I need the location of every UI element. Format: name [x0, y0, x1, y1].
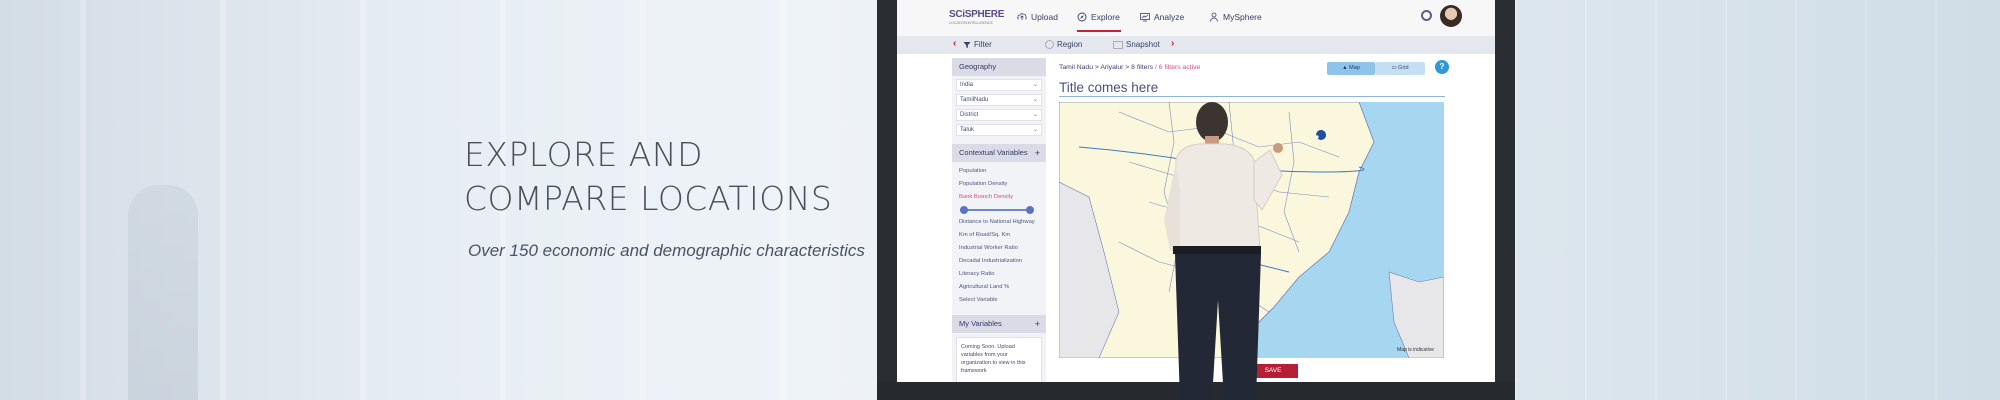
nav-active-indicator: [1077, 30, 1121, 32]
chart-icon: [1140, 13, 1150, 22]
camera-icon: [1113, 40, 1123, 49]
gear-icon[interactable]: [1421, 10, 1432, 21]
background-office-right: [1515, 0, 2000, 400]
nav-mysphere-label: MySphere: [1223, 12, 1262, 22]
grid-toggle-label: Grid: [1398, 65, 1409, 71]
island-land: [1388, 271, 1444, 358]
variable-item-selected[interactable]: Bank Branch Density: [952, 191, 1046, 204]
variable-item[interactable]: Population: [952, 165, 1046, 178]
help-button[interactable]: ?: [1435, 60, 1449, 74]
variable-item[interactable]: Select Variable: [952, 294, 1046, 307]
slider-track: [960, 209, 1030, 211]
nav-analyze[interactable]: Analyze: [1140, 12, 1184, 22]
title-underline: [1059, 96, 1445, 97]
hero-text: EXPLORE AND COMPARE LOCATIONS Over 150 e…: [464, 133, 865, 261]
snapshot-label: Snapshot: [1126, 40, 1160, 49]
sub-toolbar: ‹ Filter Region Snapshot ›: [897, 36, 1495, 54]
contextual-variables-heading: Contextual Variables +: [952, 144, 1046, 162]
chevron-down-icon: ⌄: [1032, 112, 1038, 118]
nav-explore-label: Explore: [1091, 12, 1120, 22]
avatar[interactable]: [1440, 5, 1462, 27]
chevron-down-icon: ⌄: [1032, 82, 1038, 88]
geography-heading-label: Geography: [959, 62, 997, 71]
my-variables-label: My Variables: [959, 319, 1002, 328]
snapshot-button[interactable]: Snapshot: [1113, 40, 1160, 49]
hero-title-line2: COMPARE LOCATIONS: [464, 179, 833, 218]
geography-select-district[interactable]: District ⌄: [956, 109, 1042, 121]
presenter-person: [1164, 102, 1283, 400]
logo-tagline: LOCATION INTELLIGENCE: [949, 20, 993, 25]
map-disclaimer: Map is indicative: [1397, 347, 1434, 353]
hero-subtitle: Over 150 economic and demographic charac…: [468, 241, 865, 260]
app-logo[interactable]: SCiSPHERE LOCATION INTELLIGENCE: [949, 9, 1004, 25]
map-toggle-label: Map: [1349, 65, 1360, 71]
nav-upload[interactable]: Upload: [1017, 12, 1058, 22]
slider-min-handle[interactable]: [960, 206, 968, 214]
logo-text: SCiSPHERE: [949, 9, 1005, 20]
geography-select-state[interactable]: TamilNadu ⌄: [956, 94, 1042, 106]
select-value: India: [960, 82, 974, 88]
select-value: District: [960, 112, 979, 118]
select-value: TamilNadu: [960, 97, 989, 103]
chevron-down-icon: ⌄: [1032, 97, 1038, 103]
variable-item[interactable]: Population Density: [952, 178, 1046, 191]
contextual-variables-label: Contextual Variables: [959, 148, 1028, 157]
hero-title: EXPLORE AND COMPARE LOCATIONS: [464, 133, 865, 221]
hero-title-line1: EXPLORE AND: [464, 135, 703, 174]
nav-explore[interactable]: Explore: [1077, 12, 1120, 22]
nav-analyze-label: Analyze: [1154, 12, 1185, 22]
variable-item[interactable]: Industrial Worker Ratio: [952, 242, 1046, 255]
app-header: SCiSPHERE LOCATION INTELLIGENCE Upload E…: [897, 0, 1495, 37]
funnel-icon: [963, 41, 971, 48]
chevron-left-icon[interactable]: ‹: [953, 38, 956, 49]
map-view-toggle[interactable]: ▲ Map: [1327, 62, 1375, 75]
variable-range-slider[interactable]: [960, 204, 1038, 216]
add-variable-button[interactable]: +: [1035, 144, 1040, 162]
chart-title: Title comes here: [1059, 80, 1159, 95]
chevron-down-icon: ⌄: [1032, 127, 1038, 133]
region-button[interactable]: Region: [1045, 40, 1082, 49]
variable-item[interactable]: Decadal Industrialization: [952, 255, 1046, 268]
geography-select-taluk[interactable]: Taluk ⌄: [956, 124, 1042, 136]
grid-view-toggle[interactable]: ▭ Grid: [1375, 62, 1425, 75]
breadcrumb: Tamil Nadu > Ariyalur > 8 filters / 6 fi…: [1059, 64, 1200, 71]
select-value: Taluk: [960, 127, 975, 133]
filters-active-count: / 6 filters active: [1154, 64, 1201, 71]
geography-select-country[interactable]: India ⌄: [956, 79, 1042, 91]
nav-mysphere[interactable]: MySphere: [1209, 12, 1262, 22]
filter-button[interactable]: Filter: [963, 40, 992, 49]
breadcrumb-path[interactable]: Tamil Nadu > Ariyalur > 8 filters: [1059, 64, 1153, 71]
nav-upload-label: Upload: [1031, 12, 1058, 22]
variable-item[interactable]: Km of Road/Sq. Km: [952, 229, 1046, 242]
region-label: Region: [1057, 40, 1083, 49]
chevron-right-icon[interactable]: ›: [1171, 38, 1174, 49]
variable-item[interactable]: Literacy Ratio: [952, 268, 1046, 281]
user-icon: [1210, 12, 1218, 22]
add-my-variable-button[interactable]: +: [1035, 315, 1040, 333]
sidebar: Geography India ⌄ TamilNadu ⌄ District ⌄ Ta…: [952, 58, 1046, 382]
globe-icon: [1045, 40, 1054, 49]
variable-item[interactable]: Distance to National Highway: [952, 216, 1046, 229]
geography-heading: Geography: [952, 58, 1046, 76]
variable-item[interactable]: Agricultural Land %: [952, 281, 1046, 294]
my-variables-note: Coming Soon. Upload variables from your …: [956, 337, 1042, 382]
compass-icon: [1077, 12, 1087, 22]
background-person-silhouette: [128, 185, 198, 400]
my-variables-heading: My Variables +: [952, 315, 1046, 333]
upload-icon: [1017, 13, 1027, 20]
filter-label: Filter: [974, 40, 992, 49]
slider-max-handle[interactable]: [1026, 206, 1034, 214]
